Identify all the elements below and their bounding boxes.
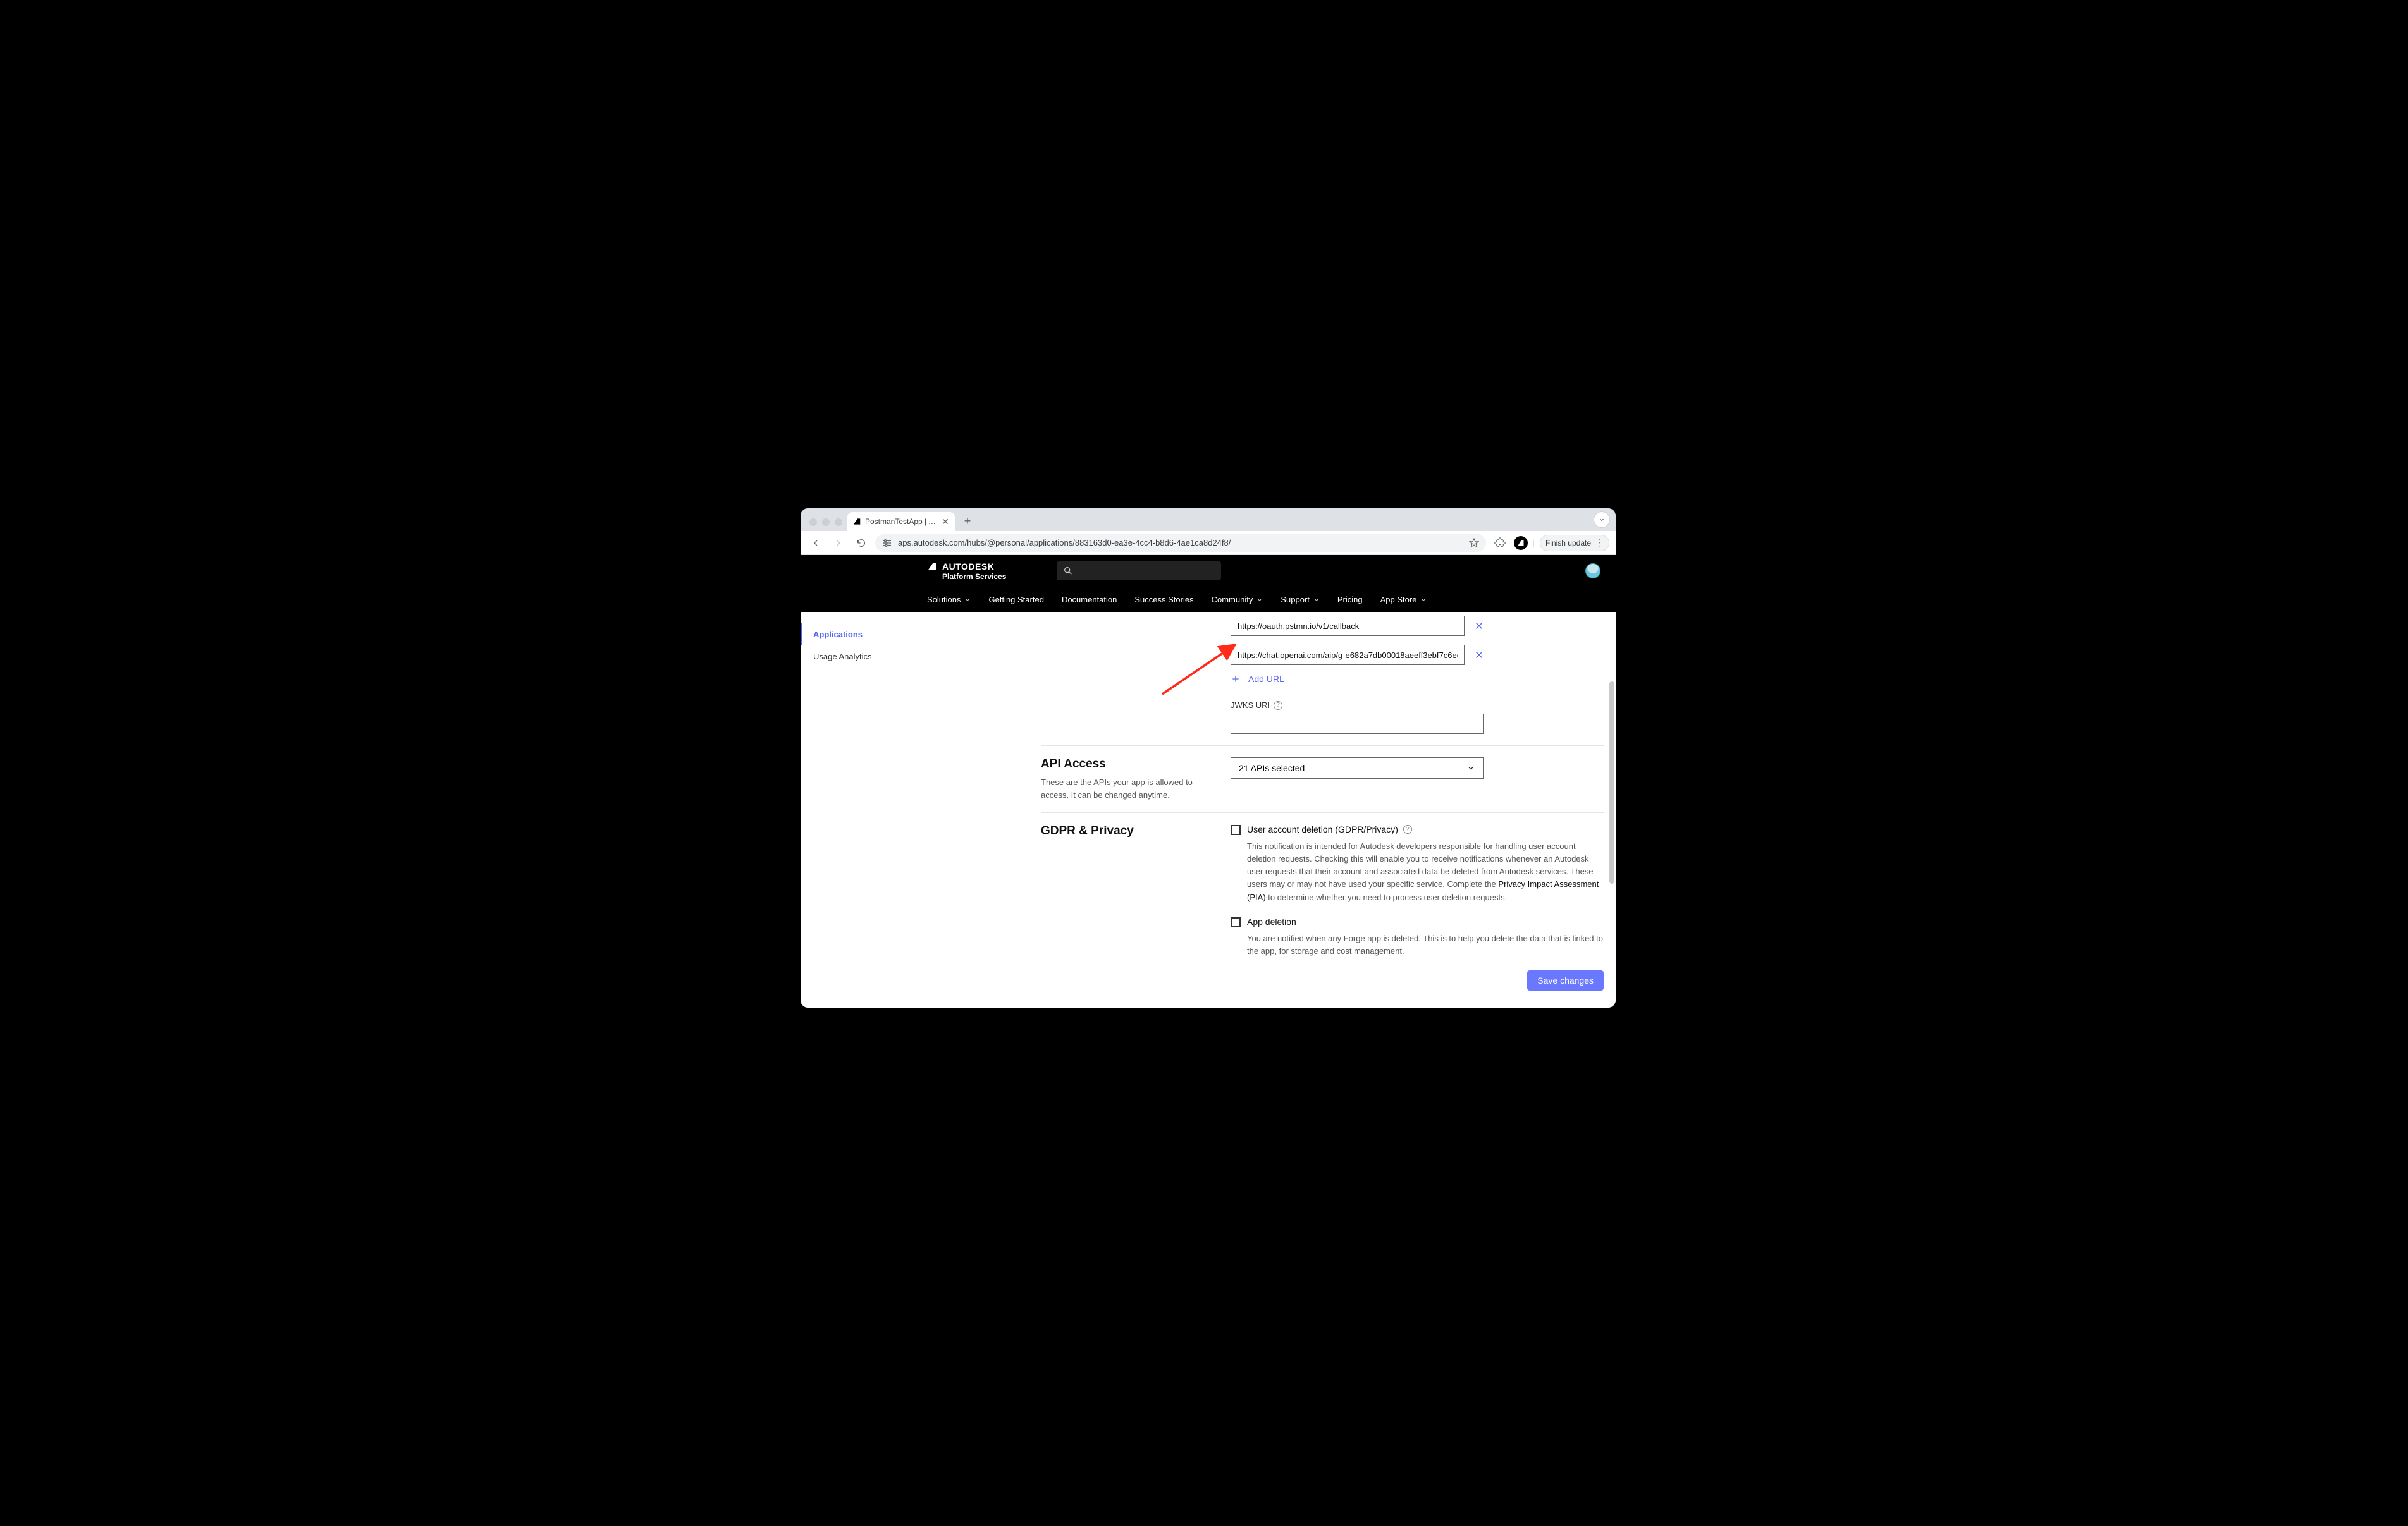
plus-icon [1231,674,1241,684]
save-changes-button[interactable]: Save changes [1527,970,1604,991]
callback-url-input-2[interactable] [1231,645,1465,665]
kebab-menu-icon[interactable]: ⋮ [1595,537,1604,548]
browser-tab[interactable]: PostmanTestApp | Autodesk P ✕ [847,512,955,531]
sidebar-item-label: Applications [813,630,863,639]
desc-text: to determine whether you need to process… [1268,893,1507,902]
nav-getting-started[interactable]: Getting Started [988,595,1043,604]
main-column: Add URL JWKS URI ? [908,612,1616,1008]
app-deletion-row: App deletion [1231,917,1604,927]
primary-nav: Solutions Getting Started Documentation … [801,587,1616,612]
site-search[interactable] [1057,561,1221,580]
nav-pricing[interactable]: Pricing [1337,595,1363,604]
api-access-select[interactable]: 21 APIs selected [1231,757,1484,779]
user-deletion-label: User account deletion (GDPR/Privacy) [1247,824,1398,834]
nav-label: App Store [1380,595,1417,604]
user-deletion-desc: This notification is intended for Autode… [1247,840,1604,904]
jwks-input[interactable] [1231,714,1484,734]
extensions-icon[interactable] [1491,534,1509,552]
app-deletion-label: App deletion [1247,917,1296,927]
nav-label: Success Stories [1134,595,1193,604]
callback-section: Add URL JWKS URI ? [1041,612,1604,745]
nav-documentation[interactable]: Documentation [1062,595,1117,604]
nav-support[interactable]: Support [1281,595,1320,604]
browser-toolbar: aps.autodesk.com/hubs/@personal/applicat… [801,531,1616,555]
api-access-desc: These are the APIs your app is allowed t… [1041,776,1199,801]
api-access-selected: 21 APIs selected [1239,763,1305,773]
finish-update-label: Finish update [1545,539,1591,547]
help-icon[interactable]: ? [1274,701,1282,710]
browser-window: PostmanTestApp | Autodesk P ✕ + aps.auto… [801,508,1616,1008]
traffic-lights [807,518,847,531]
new-tab-button[interactable]: + [959,512,976,530]
chevron-down-icon [1466,764,1475,772]
window-max-dot[interactable] [835,518,842,526]
nav-community[interactable]: Community [1212,595,1263,604]
sidebar-item-applications[interactable]: Applications [801,623,908,645]
sidebar: Applications Usage Analytics [801,612,908,1008]
nav-app-store[interactable]: App Store [1380,595,1427,604]
scrollbar-thumb[interactable] [1609,681,1614,884]
gdpr-title: GDPR & Privacy [1041,824,1199,838]
app-deletion-checkbox[interactable] [1231,917,1241,927]
chevron-down-icon [1313,597,1320,603]
nav-solutions[interactable]: Solutions [927,595,971,604]
api-access-title: API Access [1041,757,1199,771]
callback-url-input-1[interactable] [1231,616,1465,636]
nav-label: Getting Started [988,595,1043,604]
site-settings-icon[interactable] [882,537,893,549]
autodesk-logo-icon [927,561,937,571]
add-url-label: Add URL [1248,674,1284,684]
site-header: AUTODESK Platform Services [801,555,1616,587]
window-min-dot[interactable] [822,518,830,526]
jwks-label: JWKS URI ? [1231,700,1604,710]
brand-sub: Platform Services [942,573,1006,580]
nav-label: Support [1281,595,1310,604]
settings-form: Add URL JWKS URI ? [1041,612,1604,1008]
page-viewport: AUTODESK Platform Services Solutions Get… [801,555,1616,1008]
user-avatar[interactable] [1585,563,1600,578]
nav-label: Solutions [927,595,961,604]
add-url-button[interactable]: Add URL [1231,674,1604,684]
tab-close-icon[interactable]: ✕ [941,517,950,526]
back-button[interactable] [807,534,825,552]
address-bar[interactable]: aps.autodesk.com/hubs/@personal/applicat… [875,534,1486,552]
sidebar-item-label: Usage Analytics [813,652,872,661]
brand-main: AUTODESK [942,562,994,571]
chevron-down-icon [1420,597,1427,603]
bookmark-star-icon[interactable] [1468,537,1480,549]
remove-url-icon[interactable] [1473,649,1485,661]
reload-button[interactable] [852,534,870,552]
nav-success-stories[interactable]: Success Stories [1134,595,1193,604]
chevron-down-icon [1256,597,1263,603]
search-icon [1063,566,1073,576]
api-access-section: API Access These are the APIs your app i… [1041,745,1604,812]
callback-url-row [1231,645,1604,665]
window-close-dot[interactable] [809,518,817,526]
user-deletion-checkbox[interactable] [1231,825,1241,835]
finish-update-button[interactable]: Finish update ⋮ [1540,535,1609,551]
remove-url-icon[interactable] [1473,620,1485,632]
chevron-down-icon [964,597,971,603]
help-icon[interactable]: ? [1403,825,1412,834]
profile-avatar-icon[interactable] [1514,536,1528,550]
page-body: Applications Usage Analytics [801,612,1616,1008]
forward-button[interactable] [830,534,847,552]
toolbar-right: | Finish update ⋮ [1491,534,1609,552]
sidebar-item-usage-analytics[interactable]: Usage Analytics [801,645,908,668]
callback-url-row [1231,616,1604,636]
gdpr-section: GDPR & Privacy User account deletion (GD… [1041,812,1604,1002]
nav-label: Documentation [1062,595,1117,604]
tab-strip: PostmanTestApp | Autodesk P ✕ + [801,508,1616,531]
tabs-dropdown-button[interactable] [1594,512,1609,527]
app-deletion-desc: You are notified when any Forge app is d… [1247,932,1604,958]
nav-label: Community [1212,595,1253,604]
tab-title: PostmanTestApp | Autodesk P [865,517,937,526]
autodesk-favicon-icon [852,517,861,526]
brand[interactable]: AUTODESK Platform Services [927,561,1006,580]
user-deletion-row: User account deletion (GDPR/Privacy) ? [1231,824,1604,835]
nav-label: Pricing [1337,595,1363,604]
jwks-label-text: JWKS URI [1231,700,1270,710]
url-text: aps.autodesk.com/hubs/@personal/applicat… [898,538,1463,547]
